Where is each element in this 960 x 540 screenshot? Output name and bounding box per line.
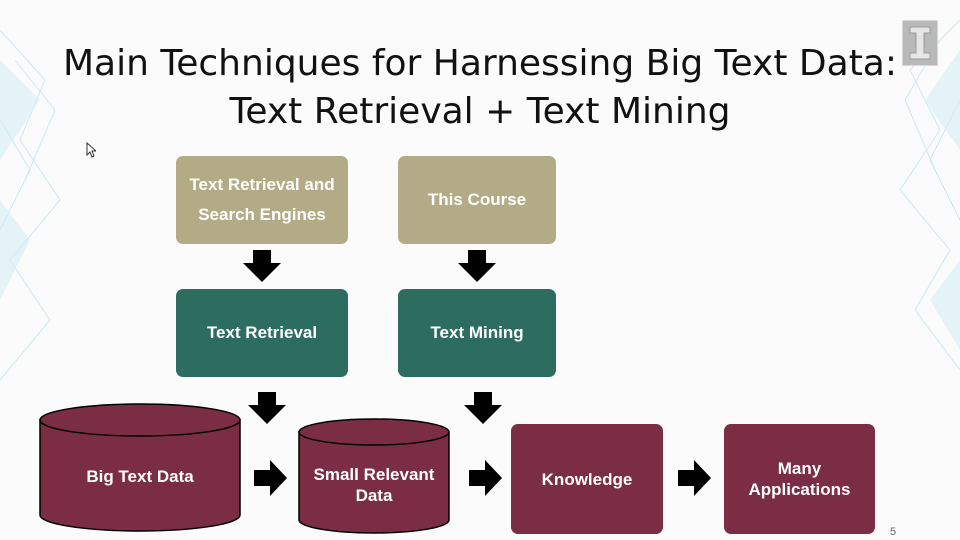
box-label: Text Mining bbox=[430, 323, 524, 342]
down-arrow-icon bbox=[248, 392, 286, 424]
text-retrieval-search-engines-box: Text Retrieval and Search Engines bbox=[176, 156, 348, 244]
right-arrow-icon bbox=[254, 460, 287, 496]
knowledge-box: Knowledge bbox=[511, 424, 663, 534]
right-arrow-icon bbox=[678, 460, 711, 496]
right-arrow-icon bbox=[469, 460, 502, 496]
page-number: 5 bbox=[890, 526, 897, 538]
many-applications-box: Many Applications bbox=[724, 424, 875, 534]
text-retrieval-box: Text Retrieval bbox=[176, 289, 348, 377]
down-arrow-icon bbox=[458, 250, 496, 282]
box-label: Many Applications bbox=[748, 459, 851, 499]
slide: Main Techniques for Harnessing Big Text … bbox=[0, 0, 960, 540]
box-label: Text Retrieval bbox=[206, 323, 318, 342]
this-course-box: This Course bbox=[398, 156, 556, 244]
box-label: This Course bbox=[427, 190, 527, 209]
down-arrow-icon bbox=[464, 392, 502, 424]
box-label: Text Retrieval and Search Engines bbox=[189, 175, 335, 224]
down-arrow-icon bbox=[243, 250, 281, 282]
big-text-data-label: Big Text Data bbox=[86, 467, 194, 486]
small-relevant-data-label: Small Relevant Data bbox=[313, 465, 435, 505]
text-mining-box: Text Mining bbox=[398, 289, 556, 377]
box-label: Knowledge bbox=[541, 469, 633, 489]
